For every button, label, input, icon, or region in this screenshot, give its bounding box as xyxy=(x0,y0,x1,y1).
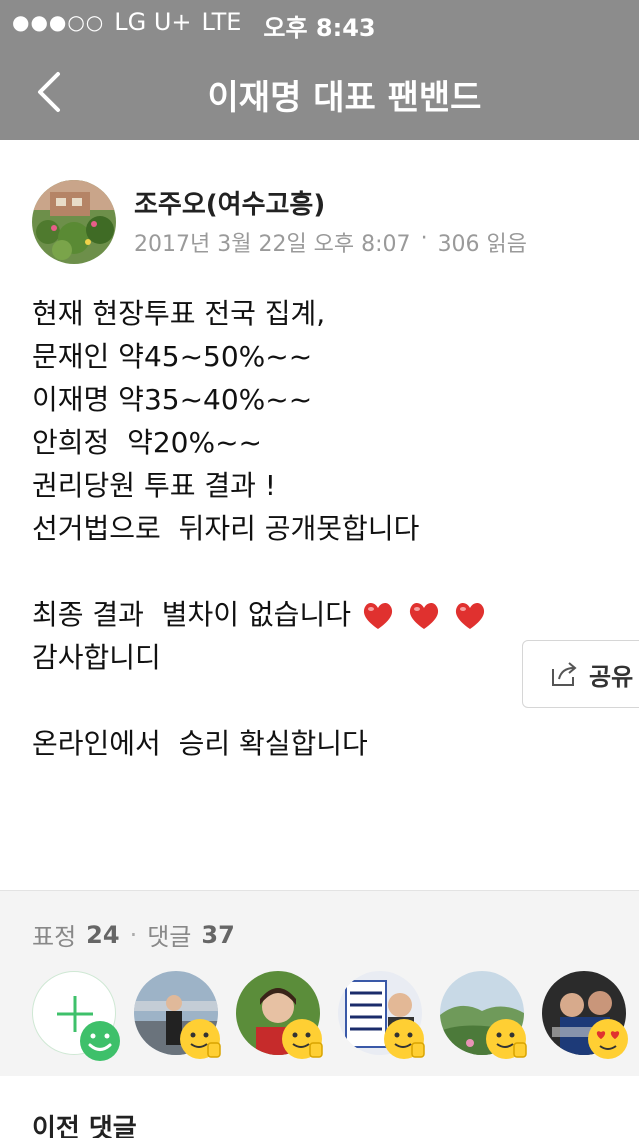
meta-separator: · xyxy=(420,226,428,251)
reactor-avatar[interactable] xyxy=(338,971,425,1059)
emotion-count[interactable]: 24 xyxy=(86,921,119,949)
avatar-image xyxy=(32,180,116,264)
reactor-avatar[interactable] xyxy=(236,971,323,1059)
heart-icon xyxy=(409,602,439,629)
chevron-left-icon xyxy=(38,72,60,112)
reaction-faces xyxy=(32,971,628,1061)
post-line-empty xyxy=(32,550,487,593)
post-line-empty xyxy=(32,679,487,722)
reactor-avatar[interactable] xyxy=(440,971,527,1059)
add-reaction-button[interactable] xyxy=(32,971,120,1061)
post-line: 문재인 약45~50%~~ xyxy=(32,340,313,373)
hearts-group xyxy=(361,599,487,633)
post-line: 선거법으로 뒤자리 공개못합니다 xyxy=(32,512,420,545)
post-body: 현재 현장투표 전국 집계, 문재인 약45~50%~~ 이재명 약35~40%… xyxy=(32,292,487,765)
status-time: 오후 8:43 xyxy=(263,14,376,42)
reactor-avatar[interactable] xyxy=(542,971,628,1059)
post-line: 최종 결과 별차이 없습니다 xyxy=(32,598,351,631)
post-line: 현재 현장투표 전국 집계, xyxy=(32,297,326,330)
count-separator: · xyxy=(129,920,138,949)
previous-comments-link[interactable]: 이전 댓글 xyxy=(32,1108,137,1138)
author-avatar[interactable] xyxy=(32,180,116,264)
post-line: 온라인에서 승리 확실합니다 xyxy=(32,727,368,760)
back-button[interactable] xyxy=(30,68,70,116)
thumbs-up-emoji-icon xyxy=(282,1019,323,1059)
comment-label: 댓글 xyxy=(147,923,192,951)
author-name[interactable]: 조주오(여수고흥) xyxy=(134,184,325,221)
share-label: 공유 xyxy=(589,662,634,691)
nav-bar: 이재명 대표 팬밴드 xyxy=(0,44,639,140)
post-line: 이재명 약35~40%~~ xyxy=(32,383,313,416)
share-icon xyxy=(552,662,577,686)
share-button[interactable]: 공유 xyxy=(522,640,639,708)
thumbs-up-emoji-icon xyxy=(384,1019,425,1059)
comment-count[interactable]: 37 xyxy=(201,921,234,949)
post-line: 안희정 약20%~~ xyxy=(32,426,262,459)
post-meta: 2017년 3월 22일 오후 8:07 · 306 읽음 xyxy=(134,226,527,258)
heart-icon xyxy=(455,602,485,629)
post-line: 감사합니디 xyxy=(32,641,161,674)
heart-eyes-emoji-icon xyxy=(588,1019,628,1059)
thumbs-up-emoji-icon xyxy=(180,1019,221,1059)
top-bar: ●●●○○ LG U+ LTE 오후 8:43 이재명 대표 팬밴드 xyxy=(0,0,639,140)
post-line-with-hearts: 최종 결과 별차이 없습니다 xyxy=(32,593,487,636)
page-title: 이재명 대표 팬밴드 xyxy=(207,78,482,118)
thumbs-up-emoji-icon xyxy=(486,1019,527,1059)
reactions-section: 표정 24 · 댓글 37 xyxy=(0,890,639,1076)
reaction-counts: 표정 24 · 댓글 37 xyxy=(32,917,235,952)
reactor-avatar[interactable] xyxy=(134,971,221,1059)
post-line: 권리당원 투표 결과 ! xyxy=(32,469,277,502)
emotion-label: 표정 xyxy=(32,923,77,951)
post-date: 2017년 3월 22일 오후 8:07 xyxy=(134,232,411,257)
status-bar: ●●●○○ LG U+ LTE 오후 8:43 xyxy=(0,0,639,44)
smile-icon xyxy=(80,1021,120,1061)
heart-icon xyxy=(363,602,393,629)
read-count: 306 읽음 xyxy=(437,232,528,257)
